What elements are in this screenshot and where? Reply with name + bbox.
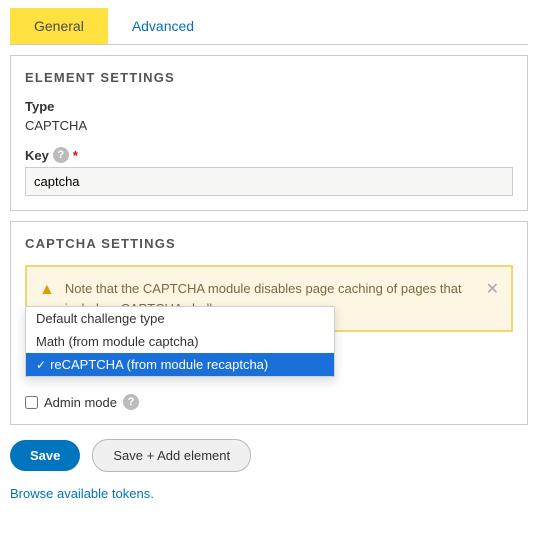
challenge-type-select-wrap: Default challenge type Math (from module… — [25, 346, 513, 376]
close-icon[interactable]: ✕ — [486, 279, 499, 299]
key-label-row: Key ? * — [25, 147, 513, 163]
save-add-button[interactable]: Save + Add element — [92, 439, 251, 472]
help-icon[interactable]: ? — [53, 147, 69, 163]
captcha-settings-panel: CAPTCHA SETTINGS ▲ Note that the CAPTCHA… — [10, 221, 528, 425]
warning-icon: ▲ — [39, 281, 55, 299]
challenge-type-dropdown: Default challenge type Math (from module… — [25, 306, 335, 377]
admin-mode-checkbox[interactable] — [25, 396, 38, 409]
admin-mode-label: Admin mode — [44, 395, 117, 410]
type-value: CAPTCHA — [25, 118, 513, 133]
option-default[interactable]: Default challenge type — [26, 307, 334, 330]
tab-general[interactable]: General — [10, 8, 108, 44]
option-recaptcha[interactable]: reCAPTCHA (from module recaptcha) — [26, 353, 334, 376]
admin-mode-row: Admin mode ? — [25, 394, 513, 410]
tabs: General Advanced — [10, 8, 528, 45]
element-settings-title: ELEMENT SETTINGS — [25, 70, 513, 85]
save-button[interactable]: Save — [10, 440, 80, 471]
element-settings-panel: ELEMENT SETTINGS Type CAPTCHA Key ? * — [10, 55, 528, 211]
type-label: Type — [25, 99, 513, 114]
key-input[interactable] — [25, 167, 513, 196]
tab-advanced[interactable]: Advanced — [108, 8, 218, 44]
option-math[interactable]: Math (from module captcha) — [26, 330, 334, 353]
key-label: Key — [25, 148, 49, 163]
captcha-settings-title: CAPTCHA SETTINGS — [25, 236, 513, 251]
actions: Save Save + Add element — [10, 439, 528, 472]
browse-tokens-link[interactable]: Browse available tokens. — [10, 486, 154, 501]
help-icon[interactable]: ? — [123, 394, 139, 410]
required-mark: * — [73, 148, 78, 163]
